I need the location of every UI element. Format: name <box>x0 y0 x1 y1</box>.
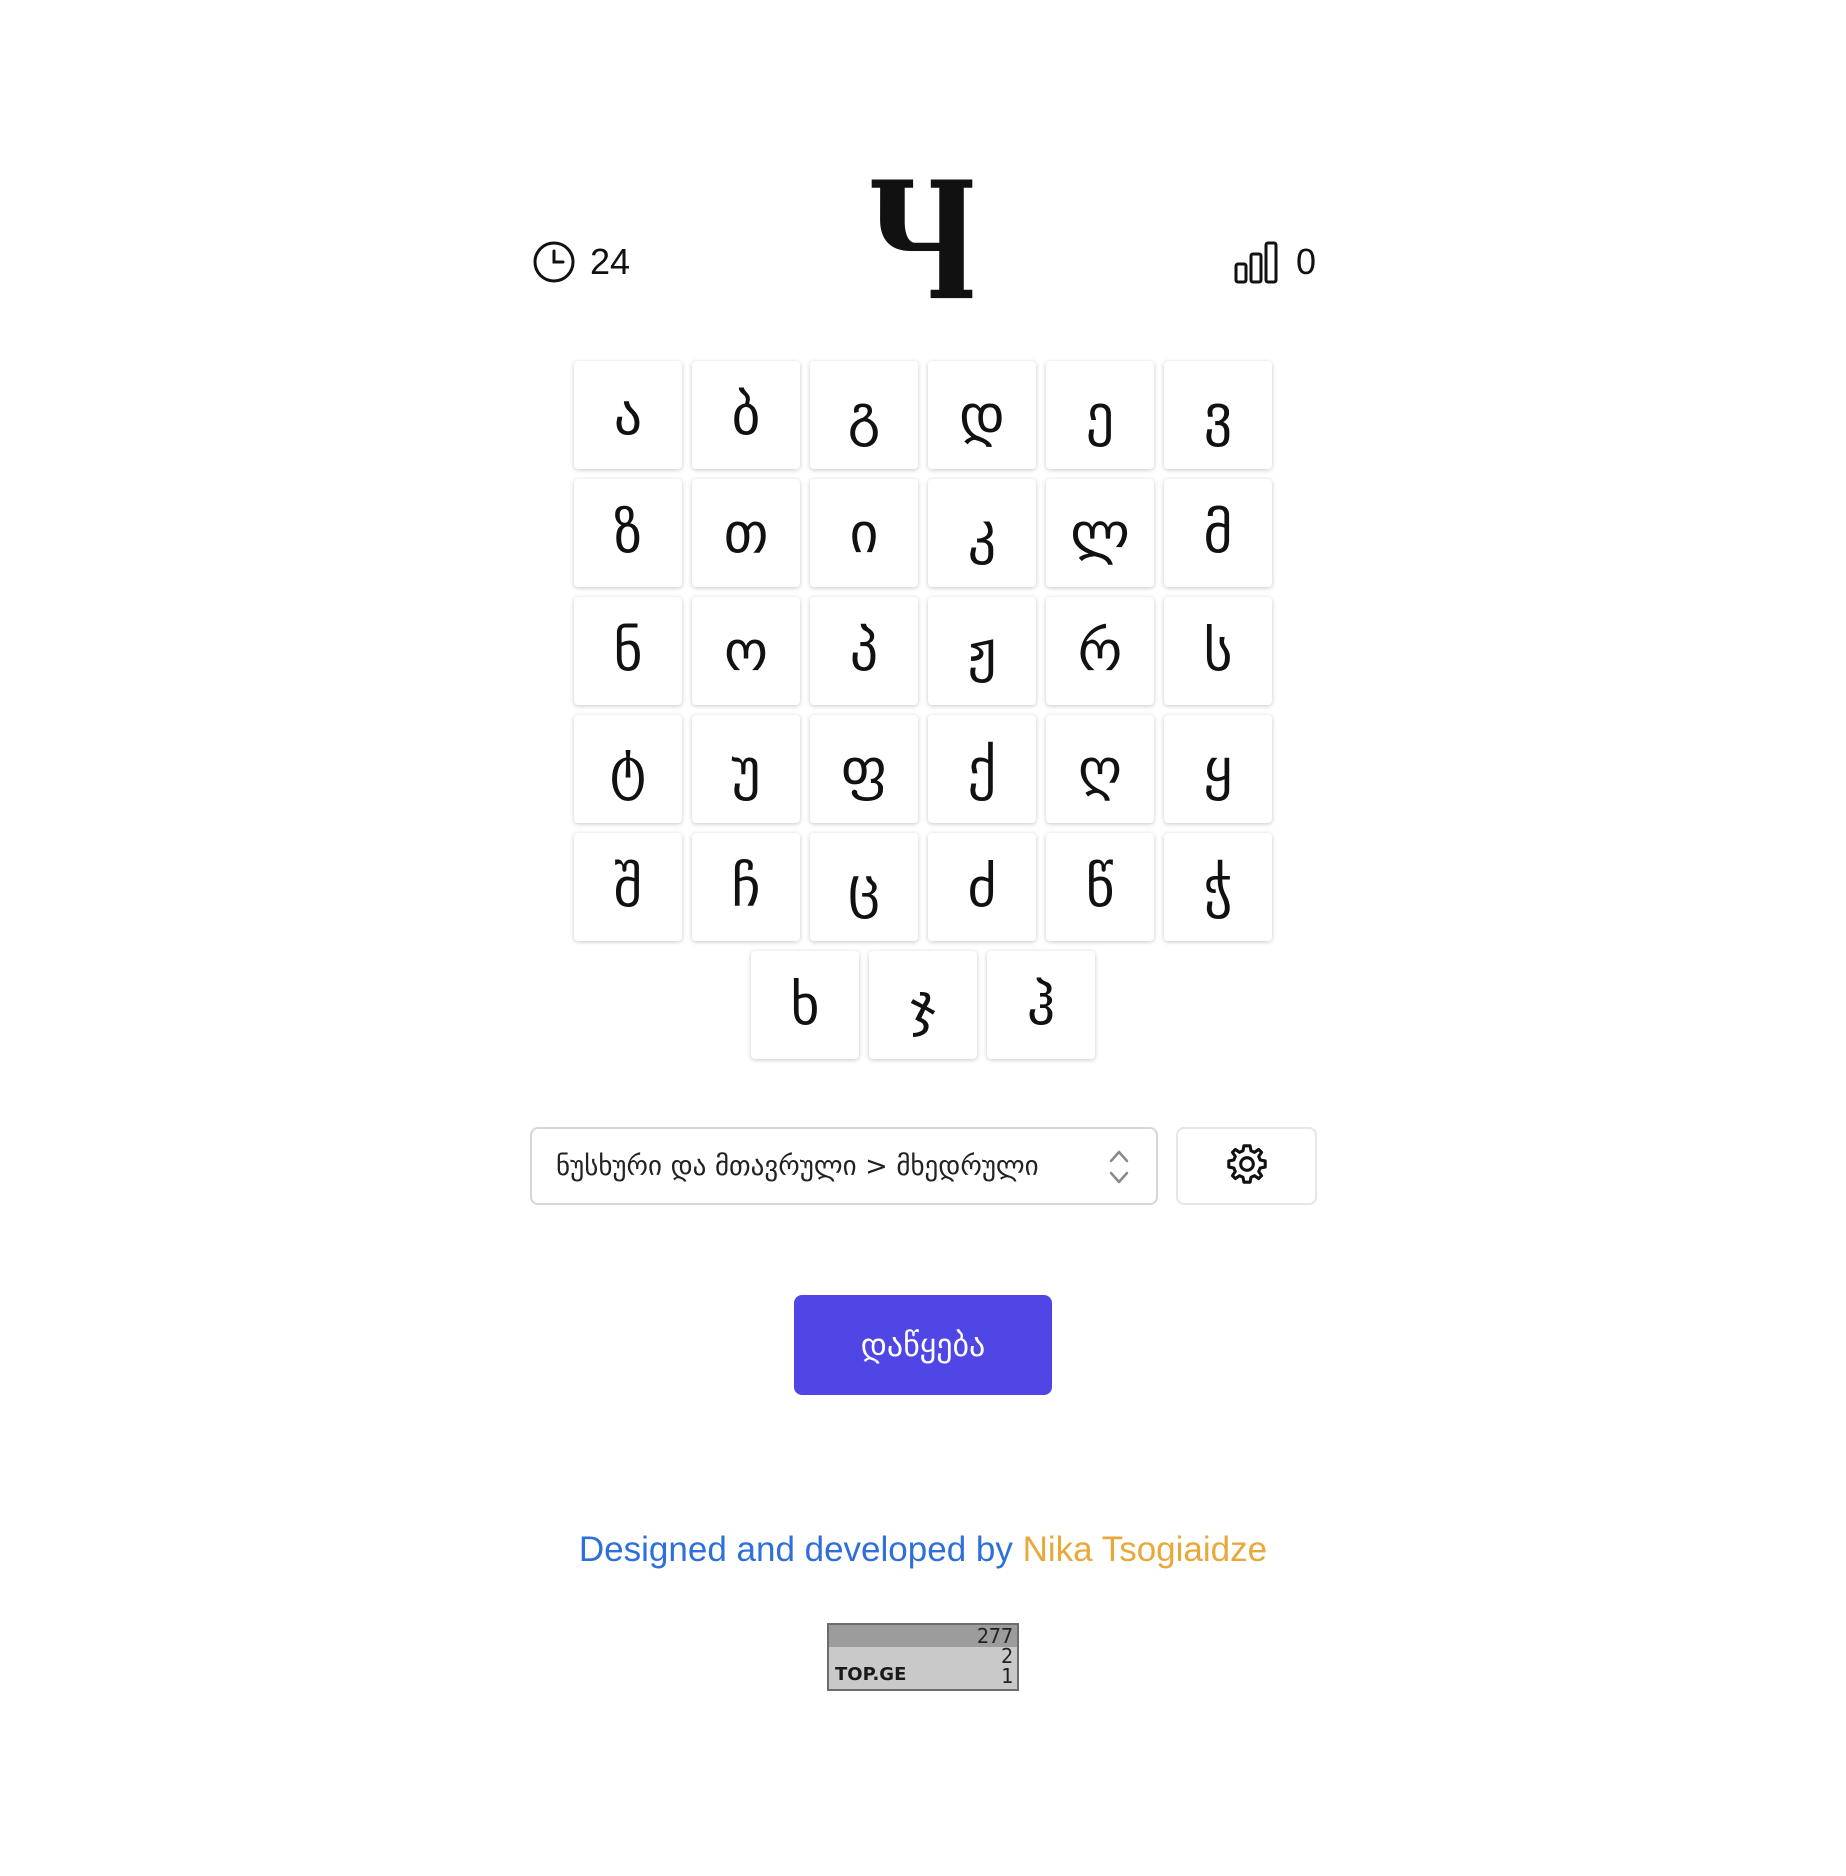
letter-key[interactable]: ო <box>692 597 800 705</box>
settings-button[interactable] <box>1176 1127 1317 1205</box>
letter-key[interactable]: ყ <box>1164 715 1272 823</box>
start-button[interactable]: დაწყება <box>794 1295 1052 1395</box>
letter-key[interactable]: შ <box>574 833 682 941</box>
bar-chart-icon <box>1234 240 1278 284</box>
timer-value: 24 <box>590 241 631 282</box>
letter-key[interactable]: ე <box>1046 361 1154 469</box>
letter-key[interactable]: ზ <box>574 479 682 587</box>
letter-key[interactable]: დ <box>928 361 1036 469</box>
letter-key[interactable]: გ <box>810 361 918 469</box>
letter-key[interactable]: წ <box>1046 833 1154 941</box>
mode-select[interactable]: ნუსხური და მთავრული > მხედრული <box>530 1127 1158 1205</box>
letter-keyboard: ა ბ გ დ ე ვ ზ თ ი კ ლ მ ნ ო პ ჟ რ ს ტ უ … <box>573 361 1273 1069</box>
letter-key[interactable]: უ <box>692 715 800 823</box>
letter-key[interactable]: ტ <box>574 715 682 823</box>
score: 0 <box>1234 240 1316 284</box>
letter-key[interactable]: პ <box>810 597 918 705</box>
letter-key[interactable]: კ <box>928 479 1036 587</box>
clock-icon <box>532 240 576 284</box>
counter-value: 2 <box>1000 1644 1013 1668</box>
letter-key[interactable]: ძ <box>928 833 1036 941</box>
author-link[interactable]: Nika Tsogiaidze <box>1023 1530 1268 1569</box>
letter-key[interactable]: ნ <box>574 597 682 705</box>
letter-key[interactable]: ჟ <box>928 597 1036 705</box>
keyboard-row: ტ უ ფ ქ ღ ყ <box>573 715 1273 823</box>
score-value: 0 <box>1295 241 1316 282</box>
letter-key[interactable]: ჰ <box>987 951 1095 1059</box>
game-header: 24 Ⴗ 0 <box>532 180 1316 340</box>
target-letter: Ⴗ <box>863 168 981 332</box>
controls: ნუსხური და მთავრული > მხედრული <box>530 1127 1317 1205</box>
letter-key[interactable]: ღ <box>1046 715 1154 823</box>
timer: 24 <box>532 240 630 284</box>
letter-key[interactable]: ი <box>810 479 918 587</box>
credit-lead: Designed and developed by <box>578 1530 1013 1569</box>
counter-brand: TOP.GE <box>835 1664 907 1685</box>
keyboard-row: ზ თ ი კ ლ მ <box>573 479 1273 587</box>
mode-select-value: ნუსხური და მთავრული > მხედრული <box>556 1150 1039 1182</box>
keyboard-row: ა ბ გ დ ე ვ <box>573 361 1273 469</box>
letter-key[interactable]: ლ <box>1046 479 1154 587</box>
counter-value: 1 <box>1000 1664 1013 1688</box>
letter-key[interactable]: ფ <box>810 715 918 823</box>
keyboard-row: შ ჩ ც ძ წ ჭ <box>573 833 1273 941</box>
letter-key[interactable]: ქ <box>928 715 1036 823</box>
letter-key[interactable]: რ <box>1046 597 1154 705</box>
letter-key[interactable]: ჭ <box>1164 833 1272 941</box>
letter-key[interactable]: ც <box>810 833 918 941</box>
letter-key[interactable]: ჩ <box>692 833 800 941</box>
letter-key[interactable]: ჯ <box>869 951 977 1059</box>
letter-key[interactable]: თ <box>692 479 800 587</box>
letter-key[interactable]: ბ <box>692 361 800 469</box>
keyboard-row: ნ ო პ ჟ რ ს <box>573 597 1273 705</box>
letter-key[interactable]: ს <box>1164 597 1272 705</box>
top-ge-counter-badge[interactable]: 277 2 1 TOP.GE <box>827 1623 1019 1691</box>
footer-credits: Designed and developed by Nika Tsogiaidz… <box>0 1530 1846 1570</box>
gear-icon <box>1224 1141 1270 1191</box>
chevron-up-down-icon <box>1108 1147 1130 1194</box>
letter-key[interactable]: ხ <box>751 951 859 1059</box>
keyboard-row: ხ ჯ ჰ <box>573 951 1273 1059</box>
letter-key[interactable]: ვ <box>1164 361 1272 469</box>
letter-key[interactable]: ა <box>574 361 682 469</box>
counter-value: 277 <box>976 1624 1013 1648</box>
letter-key[interactable]: მ <box>1164 479 1272 587</box>
